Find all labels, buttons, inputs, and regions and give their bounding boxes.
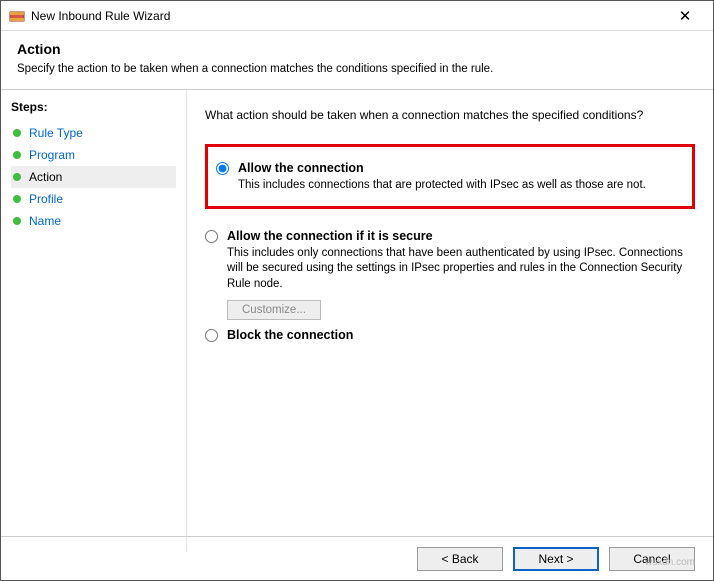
step-label: Rule Type <box>29 126 83 140</box>
step-action[interactable]: Action <box>11 166 176 188</box>
option-allow-highlight: Allow the connection This includes conne… <box>205 144 695 209</box>
option-title: Allow the connection if it is secure <box>227 229 695 243</box>
step-name[interactable]: Name <box>11 210 176 232</box>
step-profile[interactable]: Profile <box>11 188 176 210</box>
bullet-icon <box>13 195 21 203</box>
page-subtitle: Specify the action to be taken when a co… <box>17 63 697 75</box>
back-button[interactable]: < Back <box>417 547 503 571</box>
wizard-body: Steps: Rule Type Program Action Profile … <box>1 90 713 552</box>
next-button[interactable]: Next > <box>513 547 599 571</box>
firewall-icon <box>9 8 25 24</box>
option-desc: This includes only connections that have… <box>227 246 687 293</box>
step-label: Name <box>29 214 61 228</box>
wizard-footer: < Back Next > Cancel <box>1 536 713 580</box>
steps-sidebar: Steps: Rule Type Program Action Profile … <box>1 90 187 552</box>
step-label: Program <box>29 148 75 162</box>
option-desc: This includes connections that are prote… <box>238 178 684 194</box>
content-pane: What action should be taken when a conne… <box>187 90 713 552</box>
page-title: Action <box>17 41 697 57</box>
step-label: Profile <box>29 192 63 206</box>
option-allow-secure[interactable]: Allow the connection if it is secure Thi… <box>205 223 695 323</box>
radio-allow-secure[interactable] <box>205 230 218 243</box>
bullet-icon <box>13 217 21 225</box>
customize-button: Customize... <box>227 300 321 320</box>
step-rule-type[interactable]: Rule Type <box>11 122 176 144</box>
option-title: Allow the connection <box>238 161 684 175</box>
titlebar: New Inbound Rule Wizard ✕ <box>1 1 713 31</box>
bullet-icon <box>13 151 21 159</box>
window-title: New Inbound Rule Wizard <box>31 9 665 23</box>
content-prompt: What action should be taken when a conne… <box>205 108 695 122</box>
option-allow[interactable]: Allow the connection This includes conne… <box>216 155 684 196</box>
step-program[interactable]: Program <box>11 144 176 166</box>
wizard-window: New Inbound Rule Wizard ✕ Action Specify… <box>0 0 714 581</box>
option-block[interactable]: Block the connection <box>205 322 695 347</box>
watermark: wsxdn.com <box>645 557 695 568</box>
radio-block[interactable] <box>205 329 218 342</box>
wizard-header: Action Specify the action to be taken wh… <box>1 31 713 90</box>
bullet-icon <box>13 129 21 137</box>
bullet-icon <box>13 173 21 181</box>
radio-allow[interactable] <box>216 162 229 175</box>
close-button[interactable]: ✕ <box>665 7 705 25</box>
step-label: Action <box>29 170 62 184</box>
steps-heading: Steps: <box>11 100 176 114</box>
option-title: Block the connection <box>227 328 695 342</box>
